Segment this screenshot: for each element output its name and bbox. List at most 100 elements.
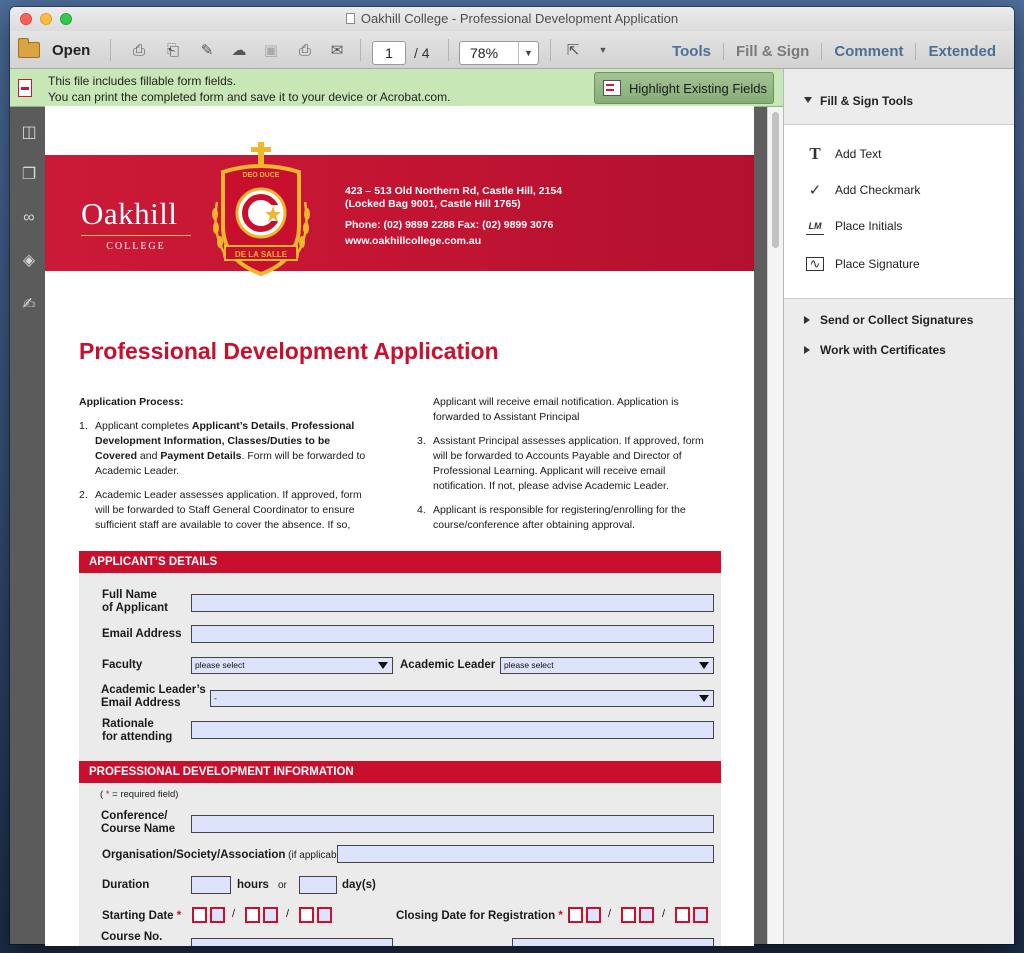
page-thumbnails-icon[interactable]: ◫ xyxy=(18,121,40,143)
document-title: Professional Development Application xyxy=(79,338,499,364)
toolbar-more-icon[interactable]: ▼ xyxy=(592,40,614,60)
crest-motto-top: DEO DUCE xyxy=(243,172,280,179)
pd-information-header: PROFESSIONAL DEVELOPMENT INFORMATION xyxy=(79,761,721,783)
start-year-digit-2[interactable] xyxy=(317,907,332,923)
start-day-digit-1[interactable] xyxy=(192,907,207,923)
scrollbar-thumb[interactable] xyxy=(772,112,779,248)
main-toolbar: Open ⎙ ⎗ ✎ ☁ ▣ ⎙ ✉ 1 / 4 78% ▼ ⇱ ▼ Tools… xyxy=(10,31,1014,69)
page-total: / 4 xyxy=(414,45,430,61)
close-window-button[interactable] xyxy=(20,13,32,25)
course-no-input[interactable] xyxy=(191,938,393,946)
comment-link[interactable]: Comment xyxy=(821,42,915,60)
fill-sign-tools-header[interactable]: Fill & Sign Tools xyxy=(784,69,1014,125)
pdf-page: Oakhill COLLEGE DEO DUCE DE LA SALLE 423… xyxy=(45,106,754,946)
add-checkmark-tool[interactable]: ✓ Add Checkmark xyxy=(806,181,921,199)
close-year-digit-2[interactable] xyxy=(693,907,708,923)
duration-hours-input[interactable] xyxy=(191,876,231,894)
days-label: day(s) xyxy=(342,879,376,891)
zoom-value: 78% xyxy=(470,45,499,61)
close-year-digit-1[interactable] xyxy=(675,907,690,923)
place-signature-label: Place Signature xyxy=(835,257,920,271)
close-month-digit-1[interactable] xyxy=(621,907,636,923)
crest-motto-bottom: DE LA SALLE xyxy=(235,250,288,259)
work-with-certificates-section[interactable]: Work with Certificates xyxy=(804,343,946,357)
extended-link[interactable]: Extended xyxy=(915,42,1008,60)
add-checkmark-label: Add Checkmark xyxy=(835,183,921,197)
zoom-window-button[interactable] xyxy=(60,13,72,25)
phone-fax: Phone: (02) 9899 2288 Fax: (02) 9899 307… xyxy=(345,219,554,231)
starting-date-label: Starting Date * xyxy=(102,910,182,922)
academic-leader-email-select[interactable]: - xyxy=(210,690,714,707)
edit-pdf-icon[interactable]: ✎ xyxy=(196,40,218,60)
fill-sign-link[interactable]: Fill & Sign xyxy=(722,42,821,60)
print-icon[interactable]: ⎙ xyxy=(294,40,316,60)
rationale-input[interactable] xyxy=(191,721,714,739)
add-text-label: Add Text xyxy=(835,147,882,161)
highlight-button-label: Highlight Existing Fields xyxy=(629,80,768,96)
form-fields-icon xyxy=(18,79,32,97)
pages-icon[interactable]: ❐ xyxy=(18,163,40,185)
cost-input[interactable] xyxy=(512,938,714,946)
organisation-input[interactable] xyxy=(337,845,714,863)
college-logo-wordmark: Oakhill xyxy=(81,196,178,231)
notice-line-1: This file includes fillable form fields. xyxy=(48,74,237,88)
collapsed-triangle-icon xyxy=(804,316,810,324)
email-address-input[interactable] xyxy=(191,625,714,643)
starting-date-fields: / / xyxy=(192,907,338,923)
initials-icon: LM xyxy=(806,217,824,235)
process-step-3: 3. Assistant Principal assesses applicat… xyxy=(417,435,704,492)
certificates-label: Work with Certificates xyxy=(820,343,946,357)
minimize-window-button[interactable] xyxy=(40,13,52,25)
add-text-tool[interactable]: T Add Text xyxy=(806,144,882,163)
place-initials-tool[interactable]: LM Place Initials xyxy=(806,217,902,235)
create-pdf-icon[interactable]: ⎙ xyxy=(128,40,150,60)
close-month-digit-2[interactable] xyxy=(639,907,654,923)
send-collect-label: Send or Collect Signatures xyxy=(820,313,974,327)
toolbar-separator xyxy=(110,39,111,61)
close-day-digit-2[interactable] xyxy=(586,907,601,923)
email-icon[interactable]: ✉ xyxy=(326,40,348,60)
highlight-existing-fields-button[interactable]: Highlight Existing Fields xyxy=(594,72,774,104)
address-line-2: (Locked Bag 9001, Castle Hill 1765) xyxy=(345,198,521,210)
save-icon[interactable]: ▣ xyxy=(260,40,282,60)
notice-line-2: You can print the completed form and sav… xyxy=(48,90,451,104)
full-name-input[interactable] xyxy=(191,594,714,612)
hours-label: hours xyxy=(237,879,269,891)
place-signature-tool[interactable]: ∿ Place Signature xyxy=(806,256,920,271)
process-column-left: Application Process: 1. Applicant comple… xyxy=(79,395,369,533)
fit-page-icon[interactable]: ⇱ xyxy=(562,40,584,60)
website: www.oakhillcollege.com.au xyxy=(345,235,482,247)
process-step-1: 1. Applicant completes Applicant’s Detai… xyxy=(79,420,366,477)
vertical-scrollbar[interactable] xyxy=(767,107,783,944)
page-number-input[interactable]: 1 xyxy=(372,41,406,65)
start-month-digit-2[interactable] xyxy=(263,907,278,923)
process-heading: Application Process: xyxy=(79,396,184,408)
upload-cloud-icon[interactable]: ☁ xyxy=(228,40,250,60)
start-day-digit-2[interactable] xyxy=(210,907,225,923)
academic-leader-select[interactable]: please select xyxy=(500,657,714,674)
faculty-select[interactable]: please select xyxy=(191,657,393,674)
duration-label: Duration xyxy=(102,879,150,891)
start-month-digit-1[interactable] xyxy=(245,907,260,923)
layers-icon[interactable]: ◈ xyxy=(18,249,40,271)
chevron-down-icon[interactable]: ▼ xyxy=(518,42,538,64)
tools-link[interactable]: Tools xyxy=(660,43,723,60)
open-button[interactable]: Open xyxy=(18,37,90,63)
send-collect-signatures-section[interactable]: Send or Collect Signatures xyxy=(804,313,973,327)
conference-course-name-input[interactable] xyxy=(191,815,714,833)
form-notice-bar: This file includes fillable form fields.… xyxy=(10,69,783,107)
close-day-digit-1[interactable] xyxy=(568,907,583,923)
course-no-label: Course No. xyxy=(101,931,163,943)
closing-date-fields: / / xyxy=(568,907,714,923)
full-name-label: Full Name of Applicant xyxy=(102,589,169,614)
place-initials-label: Place Initials xyxy=(835,219,903,233)
export-pdf-icon[interactable]: ⎗ xyxy=(162,40,184,60)
duration-days-input[interactable] xyxy=(299,876,337,894)
start-year-digit-1[interactable] xyxy=(299,907,314,923)
toolbar-separator xyxy=(360,39,361,61)
signature-tool-icon[interactable]: ✍ xyxy=(18,293,40,315)
attachments-icon[interactable]: ∞ xyxy=(18,207,40,229)
window-title: Oakhill College - Professional Developme… xyxy=(360,11,679,26)
zoom-select[interactable]: 78% ▼ xyxy=(459,41,539,65)
fill-sign-tools-title: Fill & Sign Tools xyxy=(820,94,914,108)
